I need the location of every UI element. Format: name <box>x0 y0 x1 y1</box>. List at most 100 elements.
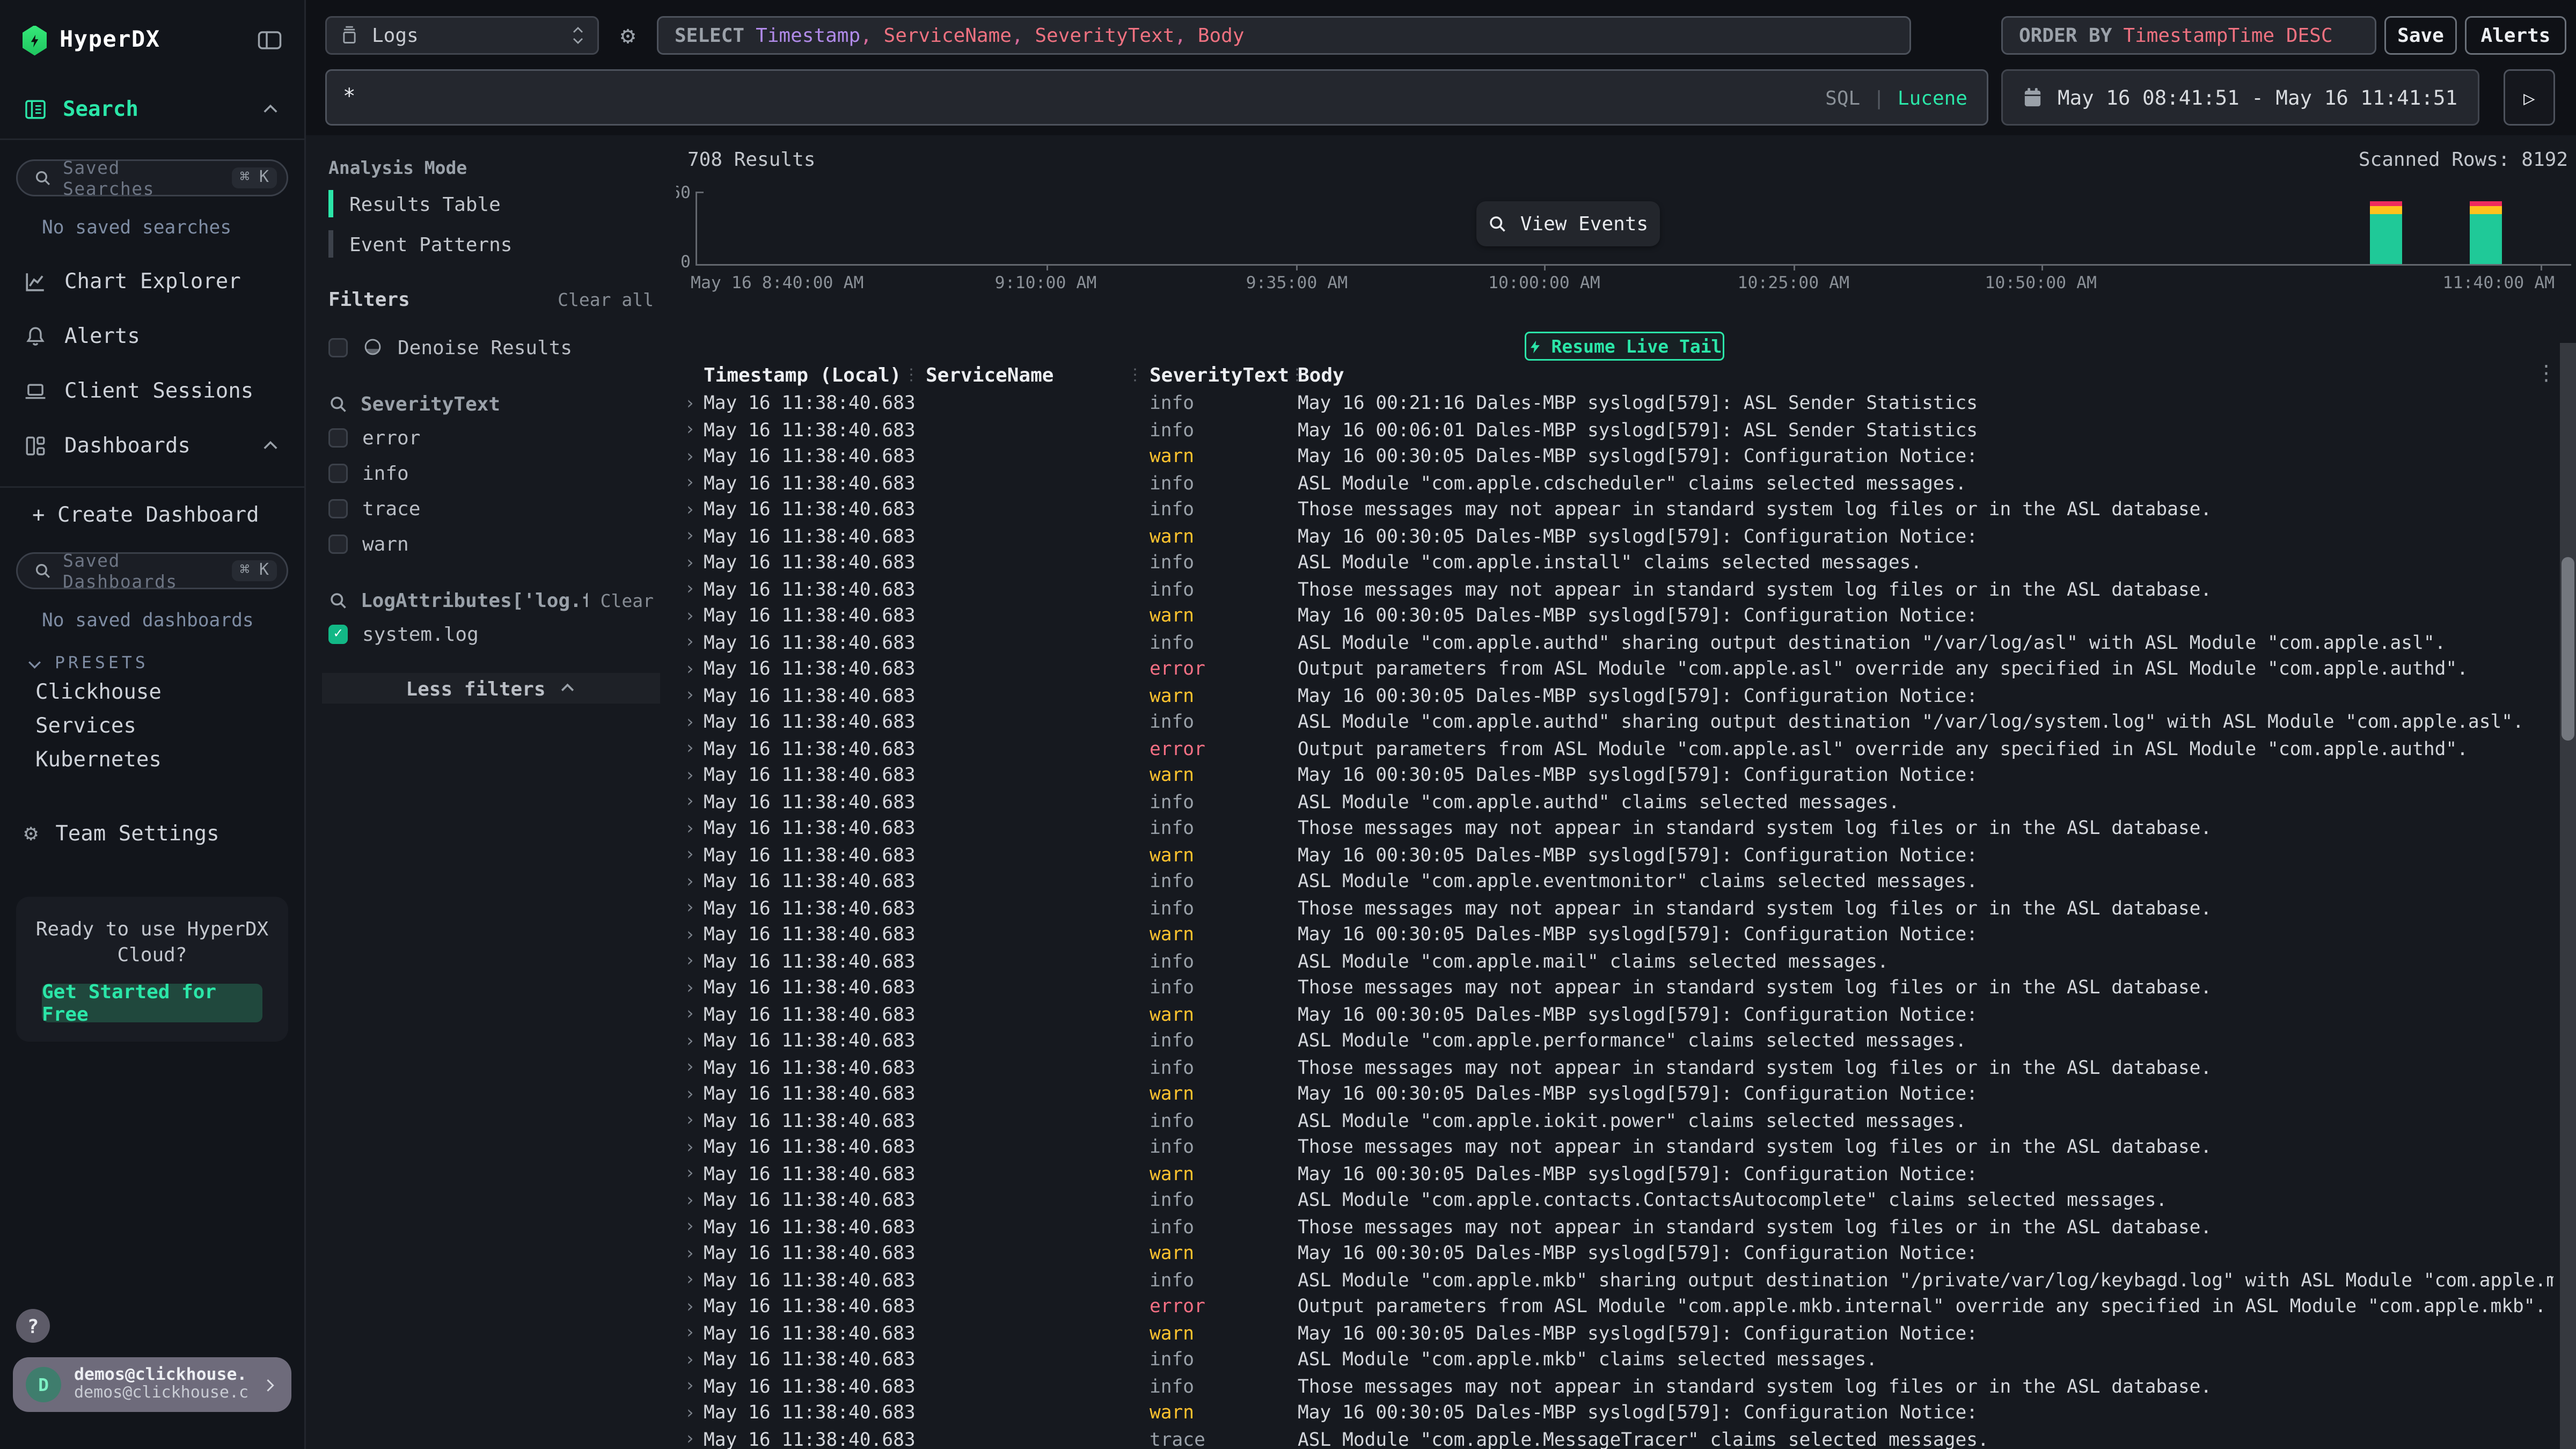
row-expand-icon[interactable]: › <box>676 764 704 785</box>
row-expand-icon[interactable]: › <box>676 552 704 573</box>
row-expand-icon[interactable]: › <box>676 685 704 706</box>
table-row[interactable]: ›May 16 11:38:40.683 AMinfoASL Module "c… <box>676 1187 2553 1213</box>
table-row[interactable]: ›May 16 11:38:40.683 AMwarnMay 16 00:30:… <box>676 762 2553 788</box>
help-button[interactable]: ? <box>16 1309 50 1343</box>
column-grip-icon[interactable]: ⋮ <box>903 367 919 384</box>
checkbox[interactable] <box>328 463 348 482</box>
row-expand-icon[interactable]: › <box>676 870 704 891</box>
presets-toggle[interactable]: PRESETS <box>26 654 304 673</box>
vertical-scrollbar[interactable] <box>2560 343 2576 1449</box>
chart-bar[interactable] <box>2470 201 2502 264</box>
table-row[interactable]: ›May 16 11:38:40.683 AMinfoASL Module "c… <box>676 629 2553 656</box>
row-expand-icon[interactable]: › <box>676 1057 704 1078</box>
table-row[interactable]: ›May 16 11:38:40.683 AMwarnMay 16 00:30:… <box>676 921 2553 948</box>
row-expand-icon[interactable]: › <box>676 1083 704 1104</box>
sql-mode-option[interactable]: SQL <box>1825 86 1860 109</box>
run-query-button[interactable]: ▷ <box>2504 69 2555 126</box>
row-expand-icon[interactable]: › <box>676 472 704 493</box>
table-row[interactable]: ›May 16 11:38:40.683 AMwarnMay 16 00:30:… <box>676 602 2553 629</box>
table-row[interactable]: ›May 16 11:38:40.683 AMinfoThose message… <box>676 1054 2553 1081</box>
select-clause-input[interactable]: SELECT Timestamp, ServiceName, SeverityT… <box>657 16 1911 55</box>
table-row[interactable]: ›May 16 11:38:40.683 AMinfoASL Module "c… <box>676 1346 2553 1373</box>
preset-item-services[interactable]: Services <box>0 710 304 744</box>
table-row[interactable]: ›May 16 11:38:40.683 AMinfoASL Module "c… <box>676 549 2553 576</box>
table-row[interactable]: ›May 16 11:38:40.683 AMinfoMay 16 00:06:… <box>676 416 2553 443</box>
sidebar-item-search[interactable]: Search <box>0 80 304 140</box>
less-filters-button[interactable]: Less filters <box>322 673 660 704</box>
row-expand-icon[interactable]: › <box>676 1242 704 1263</box>
col-servicename[interactable]: ServiceName <box>926 364 1053 386</box>
row-expand-icon[interactable]: › <box>676 605 704 626</box>
table-row[interactable]: ›May 16 11:38:40.683 AMinfoASL Module "c… <box>676 708 2553 735</box>
row-expand-icon[interactable]: › <box>676 950 704 971</box>
checkbox[interactable] <box>328 428 348 447</box>
row-expand-icon[interactable]: › <box>676 1296 704 1316</box>
table-row[interactable]: ›May 16 11:38:40.683 AMwarnMay 16 00:30:… <box>676 1160 2553 1187</box>
row-expand-icon[interactable]: › <box>676 499 704 519</box>
query-language-toggle[interactable]: SQL | Lucene <box>1825 86 1971 109</box>
denoise-results-checkbox[interactable]: Denoise Results <box>328 333 654 361</box>
row-expand-icon[interactable]: › <box>676 579 704 599</box>
table-row[interactable]: ›May 16 11:38:40.683 AMinfoASL Module "c… <box>676 1267 2553 1293</box>
table-row[interactable]: ›May 16 11:38:40.683 AMinfoThose message… <box>676 974 2553 1001</box>
clear-filter-link[interactable]: Clear <box>601 590 654 611</box>
row-expand-icon[interactable]: › <box>676 419 704 440</box>
resume-live-tail-button[interactable]: Resume Live Tail <box>1525 332 1724 361</box>
collapse-sidebar-icon[interactable] <box>258 31 282 50</box>
row-expand-icon[interactable]: › <box>676 1429 704 1449</box>
row-expand-icon[interactable]: › <box>676 924 704 945</box>
col-body[interactable]: Body <box>1298 364 1344 386</box>
row-expand-icon[interactable]: › <box>676 711 704 732</box>
filter-option-error[interactable]: error <box>328 423 654 451</box>
sidebar-item-dashboards[interactable]: Dashboards <box>0 419 304 473</box>
create-dashboard-button[interactable]: + Create Dashboard <box>0 486 304 543</box>
table-row[interactable]: ›May 16 11:38:40.683 AMinfoASL Module "c… <box>676 1027 2553 1054</box>
table-row[interactable]: ›May 16 11:38:40.683 AMinfoASL Module "c… <box>676 1107 2553 1134</box>
preset-item-clickhouse[interactable]: Clickhouse <box>0 676 304 710</box>
table-row[interactable]: ›May 16 11:38:40.683 AMerrorOutput param… <box>676 1293 2553 1320</box>
table-row[interactable]: ›May 16 11:38:40.683 AMerrorOutput param… <box>676 655 2553 682</box>
sidebar-item-team-settings[interactable]: ⚙ Team Settings <box>0 807 304 861</box>
col-severitytext[interactable]: SeverityText <box>1150 364 1289 386</box>
table-row[interactable]: ›May 16 11:38:40.683 AMinfoThose message… <box>676 1373 2553 1400</box>
row-expand-icon[interactable]: › <box>676 658 704 679</box>
table-row[interactable]: ›May 16 11:38:40.683 AMinfoMay 16 00:21:… <box>676 390 2553 416</box>
table-row[interactable]: ›May 16 11:38:40.683 AMinfoThose message… <box>676 496 2553 523</box>
filter-option-system.log[interactable]: ✓system.log <box>328 620 654 647</box>
date-range-picker[interactable]: May 16 08:41:51 - May 16 11:41:51 <box>2001 69 2479 126</box>
row-expand-icon[interactable]: › <box>676 392 704 413</box>
table-row[interactable]: ›May 16 11:38:40.683 AMinfoASL Module "c… <box>676 868 2553 895</box>
table-row[interactable]: ›May 16 11:38:40.683 AMinfoASL Module "c… <box>676 948 2553 975</box>
row-expand-icon[interactable]: › <box>676 632 704 653</box>
analysis-mode-event-patterns[interactable]: Event Patterns <box>328 229 654 259</box>
table-row[interactable]: ›May 16 11:38:40.683 AMwarnMay 16 00:30:… <box>676 1320 2553 1346</box>
table-row[interactable]: ›May 16 11:38:40.683 AMwarnMay 16 00:30:… <box>676 1080 2553 1107</box>
table-row[interactable]: ›May 16 11:38:40.683 AMwarnMay 16 00:30:… <box>676 1240 2553 1267</box>
table-row[interactable]: ›May 16 11:38:40.683 AMinfoASL Module "c… <box>676 788 2553 815</box>
row-expand-icon[interactable]: › <box>676 1136 704 1157</box>
row-expand-icon[interactable]: › <box>676 738 704 759</box>
table-row[interactable]: ›May 16 11:38:40.683 AMinfoThose message… <box>676 815 2553 841</box>
checkbox[interactable] <box>328 534 348 553</box>
lucene-mode-option[interactable]: Lucene <box>1898 86 1967 109</box>
sidebar-item-client-sessions[interactable]: Client Sessions <box>0 364 304 419</box>
row-expand-icon[interactable]: › <box>676 977 704 998</box>
row-expand-icon[interactable]: › <box>676 897 704 918</box>
row-expand-icon[interactable]: › <box>676 1189 704 1210</box>
preset-item-kubernetes[interactable]: Kubernetes <box>0 744 304 778</box>
table-row[interactable]: ›May 16 11:38:40.683 AMwarnMay 16 00:30:… <box>676 1399 2553 1426</box>
row-expand-icon[interactable]: › <box>676 1163 704 1184</box>
table-row[interactable]: ›May 16 11:38:40.683 AMinfoASL Module "c… <box>676 470 2553 496</box>
row-expand-icon[interactable]: › <box>676 1349 704 1370</box>
row-expand-icon[interactable]: › <box>676 1216 704 1237</box>
row-expand-icon[interactable]: › <box>676 844 704 865</box>
table-row[interactable]: ›May 16 11:38:40.683 AMwarnMay 16 00:30:… <box>676 443 2553 470</box>
clear-all-link[interactable]: Clear all <box>558 290 654 311</box>
table-row[interactable]: ›May 16 11:38:40.683 AMtraceASL Module "… <box>676 1426 2553 1449</box>
row-expand-icon[interactable]: › <box>676 1402 704 1423</box>
column-grip-icon[interactable]: ⋮ <box>1127 367 1143 384</box>
row-expand-icon[interactable]: › <box>676 525 704 546</box>
filter-option-warn[interactable]: warn <box>328 530 654 557</box>
search-icon[interactable] <box>328 394 348 414</box>
table-row[interactable]: ›May 16 11:38:40.683 AMinfoThose message… <box>676 1133 2553 1160</box>
